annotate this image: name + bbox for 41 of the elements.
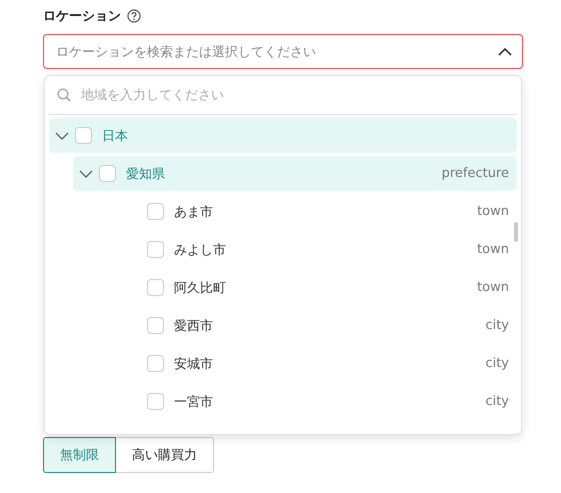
scrollbar[interactable] (514, 222, 518, 242)
location-type: city (485, 318, 509, 333)
tree-item[interactable]: 愛知県 prefecture (73, 156, 517, 191)
help-icon[interactable] (127, 9, 141, 23)
checkbox[interactable] (147, 279, 164, 296)
segment-button[interactable]: 高い購買力 (116, 437, 214, 473)
location-type: town (477, 204, 509, 219)
checkbox[interactable] (147, 317, 164, 334)
location-name: 愛知県 (126, 166, 165, 182)
tree-item[interactable]: 日本 (49, 118, 517, 153)
location-type: town (477, 280, 509, 295)
chevron-icon[interactable] (55, 132, 69, 140)
location-select[interactable]: ロケーションを検索または選択してください (43, 34, 523, 69)
tree-item[interactable]: 一宮市 city (97, 384, 517, 419)
tree-item[interactable]: あま市 town (97, 194, 517, 229)
checkbox[interactable] (147, 241, 164, 258)
location-type: city (485, 356, 509, 371)
field-label: ロケーション (43, 8, 121, 25)
chevron-icon[interactable] (79, 170, 93, 178)
location-type: town (477, 242, 509, 257)
checkbox[interactable] (99, 165, 116, 182)
checkbox[interactable] (75, 127, 92, 144)
location-name: 愛西市 (174, 318, 213, 334)
location-name: みよし市 (174, 242, 226, 258)
segment-button[interactable]: 無制限 (43, 437, 116, 473)
search-icon (57, 88, 71, 102)
location-name: 一宮市 (174, 394, 213, 410)
location-type: prefecture (442, 166, 509, 181)
search-field[interactable]: 地域を入力してください (79, 86, 509, 104)
tree-item[interactable]: 愛西市 city (97, 308, 517, 343)
location-type: city (485, 394, 509, 409)
tree-item[interactable]: みよし市 town (97, 232, 517, 267)
tree-item[interactable]: 阿久比町 town (97, 270, 517, 305)
checkbox[interactable] (147, 355, 164, 372)
location-name: 日本 (102, 128, 128, 144)
checkbox[interactable] (147, 203, 164, 220)
location-name: あま市 (174, 204, 213, 220)
tree-item[interactable]: 安城市 city (97, 346, 517, 381)
location-name: 安城市 (174, 356, 213, 372)
checkbox[interactable] (147, 393, 164, 410)
location-name: 阿久比町 (174, 280, 226, 296)
